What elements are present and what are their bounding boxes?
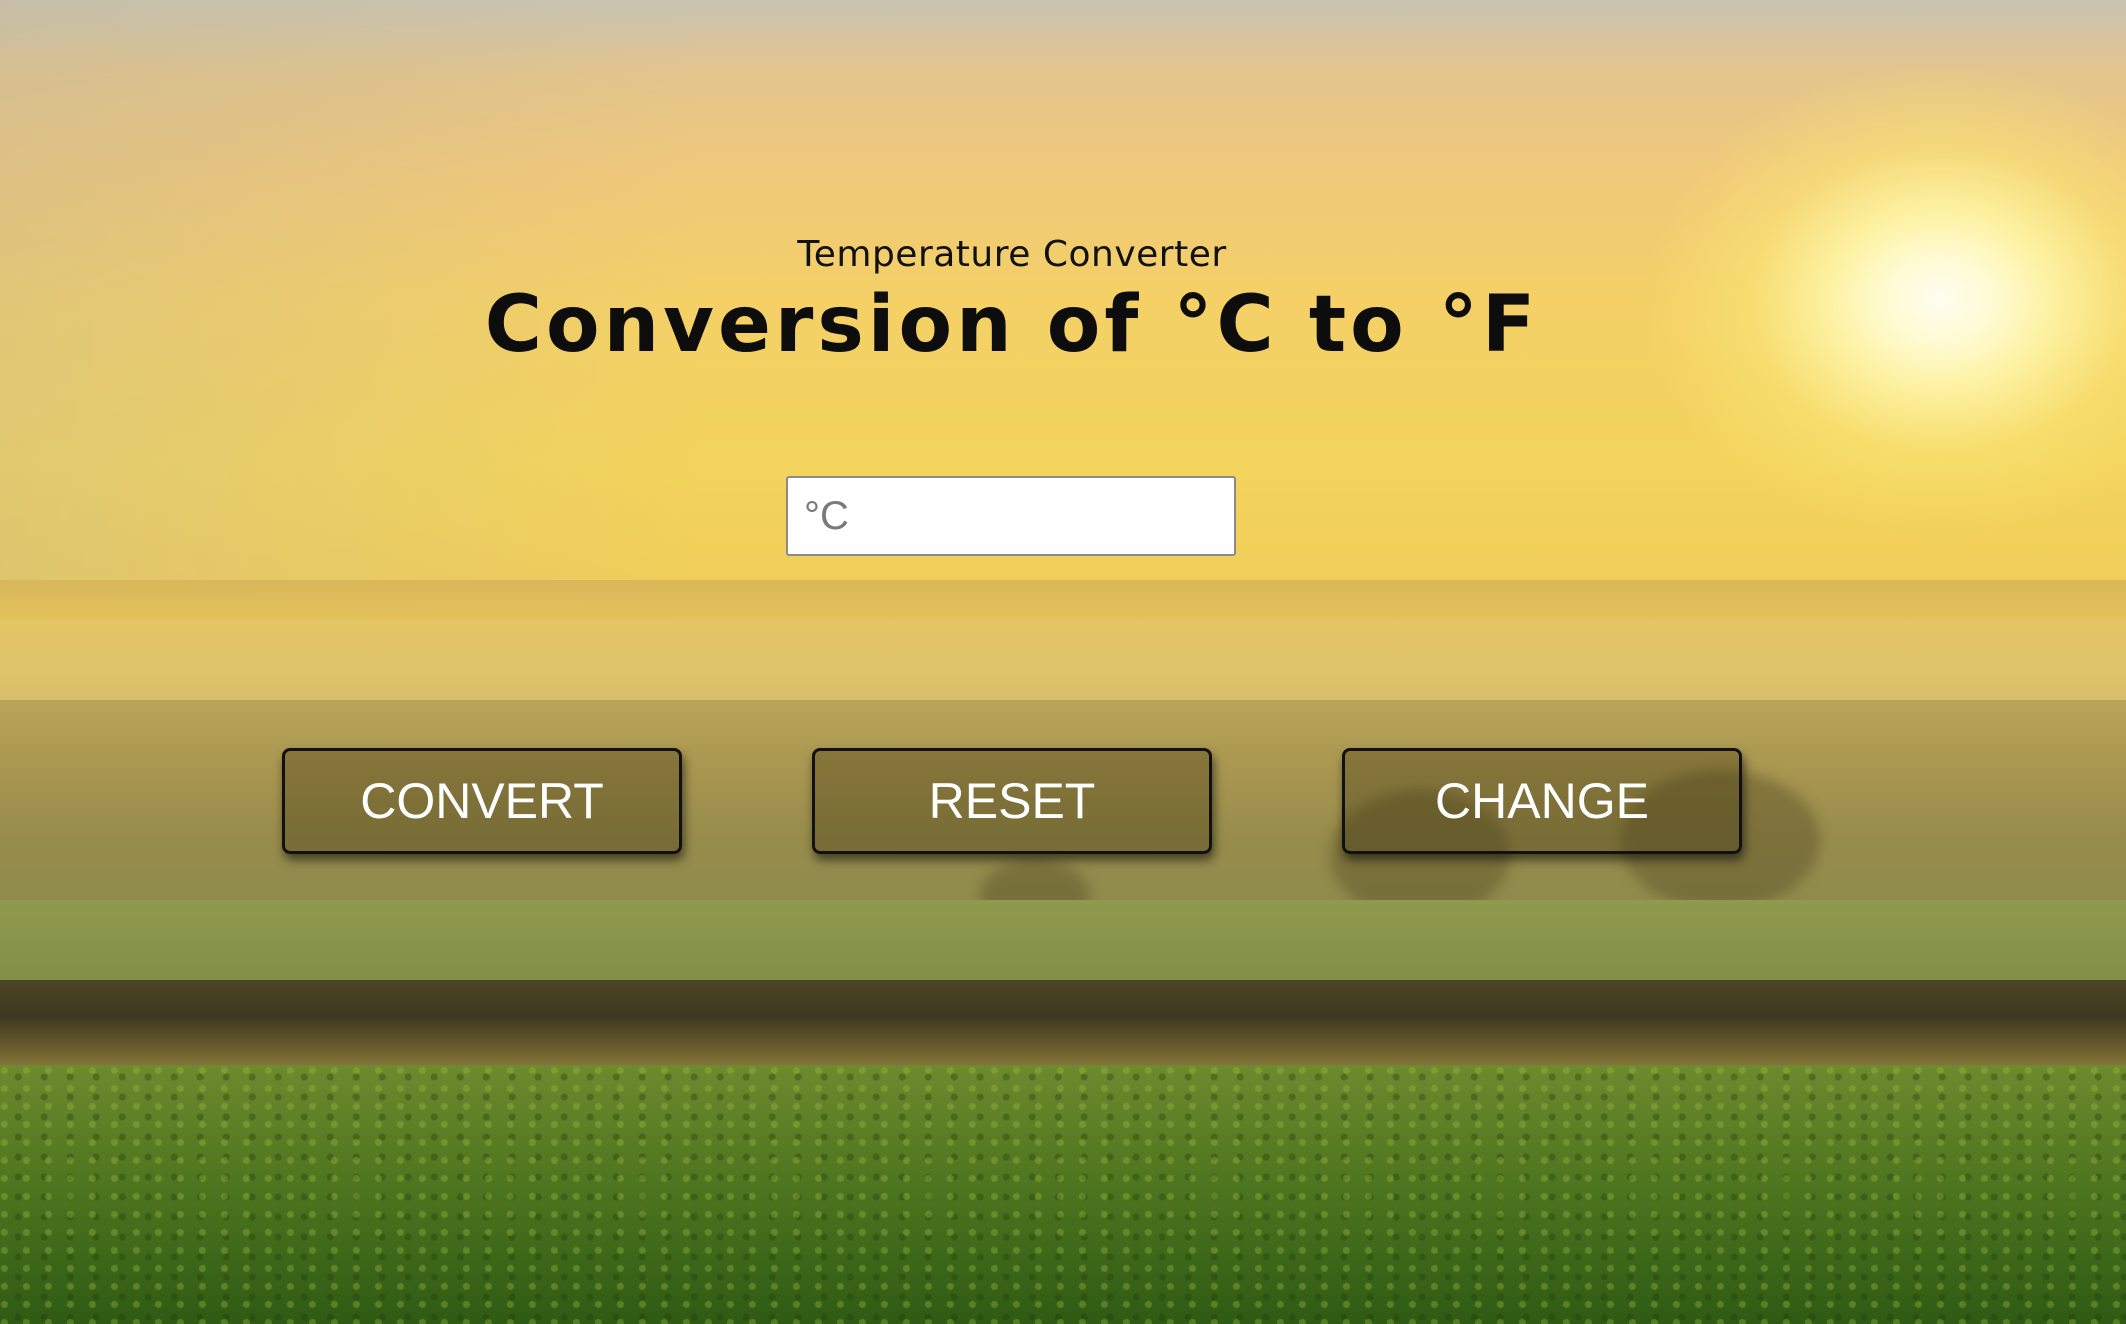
app-subtitle: Temperature Converter [797,234,1227,275]
converter-panel: Temperature Converter Conversion of °C t… [0,0,2126,1324]
convert-button[interactable]: CONVERT [282,748,682,854]
celsius-input[interactable] [786,476,1236,556]
reset-button[interactable]: RESET [812,748,1212,854]
page-title: Conversion of °C to °F [484,280,1540,370]
change-button[interactable]: CHANGE [1342,748,1742,854]
